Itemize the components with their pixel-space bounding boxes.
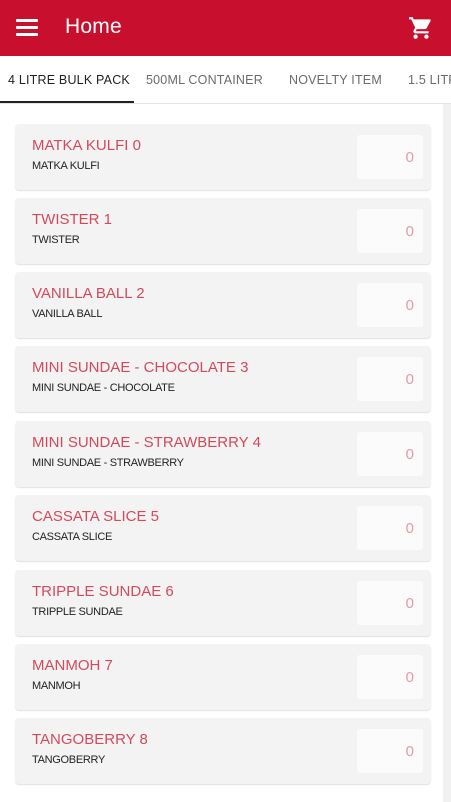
product-name: MINI SUNDAE - STRAWBERRY 4 <box>32 434 261 451</box>
scrollbar[interactable] <box>443 104 451 802</box>
list-item[interactable]: MINI SUNDAE - CHOCOLATE 3 MINI SUNDAE - … <box>15 346 431 412</box>
category-tabs: 4 LITRE BULK PACK 500ML CONTAINER NOVELT… <box>0 56 451 104</box>
product-subtitle: MATKA KULFI <box>32 160 100 172</box>
quantity-input[interactable] <box>357 432 423 476</box>
product-name: TWISTER 1 <box>32 211 113 228</box>
page-title: Home <box>65 15 122 38</box>
product-subtitle: TWISTER <box>32 234 80 246</box>
product-subtitle: MINI SUNDAE - CHOCOLATE <box>32 382 175 394</box>
tab-500ml-container[interactable]: 500ML CONTAINER <box>146 56 263 103</box>
product-subtitle: TANGOBERRY <box>32 754 105 766</box>
quantity-input[interactable] <box>357 135 423 179</box>
product-name: MINI SUNDAE - CHOCOLATE 3 <box>32 359 249 376</box>
product-subtitle: CASSATA SLICE <box>32 531 113 543</box>
product-name: MATKA KULFI 0 <box>32 137 141 154</box>
list-item[interactable]: CASSATA SLICE 5 CASSATA SLICE <box>15 495 431 561</box>
list-item[interactable]: TANGOBERRY 8 TANGOBERRY <box>15 718 431 784</box>
quantity-input[interactable] <box>357 655 423 699</box>
product-name: TRIPPLE SUNDAE 6 <box>32 583 174 600</box>
tab-novelty-item[interactable]: NOVELTY ITEM <box>289 56 382 103</box>
product-subtitle: TRIPPLE SUNDAE <box>32 606 123 618</box>
product-name: TANGOBERRY 8 <box>32 731 148 748</box>
quantity-input[interactable] <box>357 283 423 327</box>
list-item[interactable]: VANILLA BALL 2 VANILLA BALL <box>15 272 431 338</box>
quantity-input[interactable] <box>357 729 423 773</box>
list-item[interactable]: MATKA KULFI 0 MATKA KULFI <box>15 124 431 190</box>
tab-1-5-litre[interactable]: 1.5 LITRE <box>408 56 451 103</box>
product-subtitle: MINI SUNDAE - STRAWBERRY <box>32 457 184 469</box>
quantity-input[interactable] <box>357 581 423 625</box>
product-name: CASSATA SLICE 5 <box>32 508 159 525</box>
list-item[interactable]: MANMOH 7 MANMOH <box>15 644 431 710</box>
list-item[interactable]: TWISTER 1 TWISTER <box>15 198 431 264</box>
list-item[interactable]: MINI SUNDAE - STRAWBERRY 4 MINI SUNDAE -… <box>15 421 431 487</box>
quantity-input[interactable] <box>357 357 423 401</box>
list-item[interactable]: TRIPPLE SUNDAE 6 TRIPPLE SUNDAE <box>15 570 431 636</box>
product-name: MANMOH 7 <box>32 657 113 674</box>
tab-4-litre-bulk-pack[interactable]: 4 LITRE BULK PACK <box>8 56 130 103</box>
active-tab-indicator <box>0 101 134 103</box>
product-subtitle: MANMOH <box>32 680 81 692</box>
menu-icon[interactable] <box>16 19 38 37</box>
quantity-input[interactable] <box>357 209 423 253</box>
product-name: VANILLA BALL 2 <box>32 285 145 302</box>
quantity-input[interactable] <box>357 506 423 550</box>
shopping-cart-icon[interactable] <box>408 15 434 41</box>
app-bar: Home <box>0 0 451 56</box>
product-subtitle: VANILLA BALL <box>32 308 103 320</box>
